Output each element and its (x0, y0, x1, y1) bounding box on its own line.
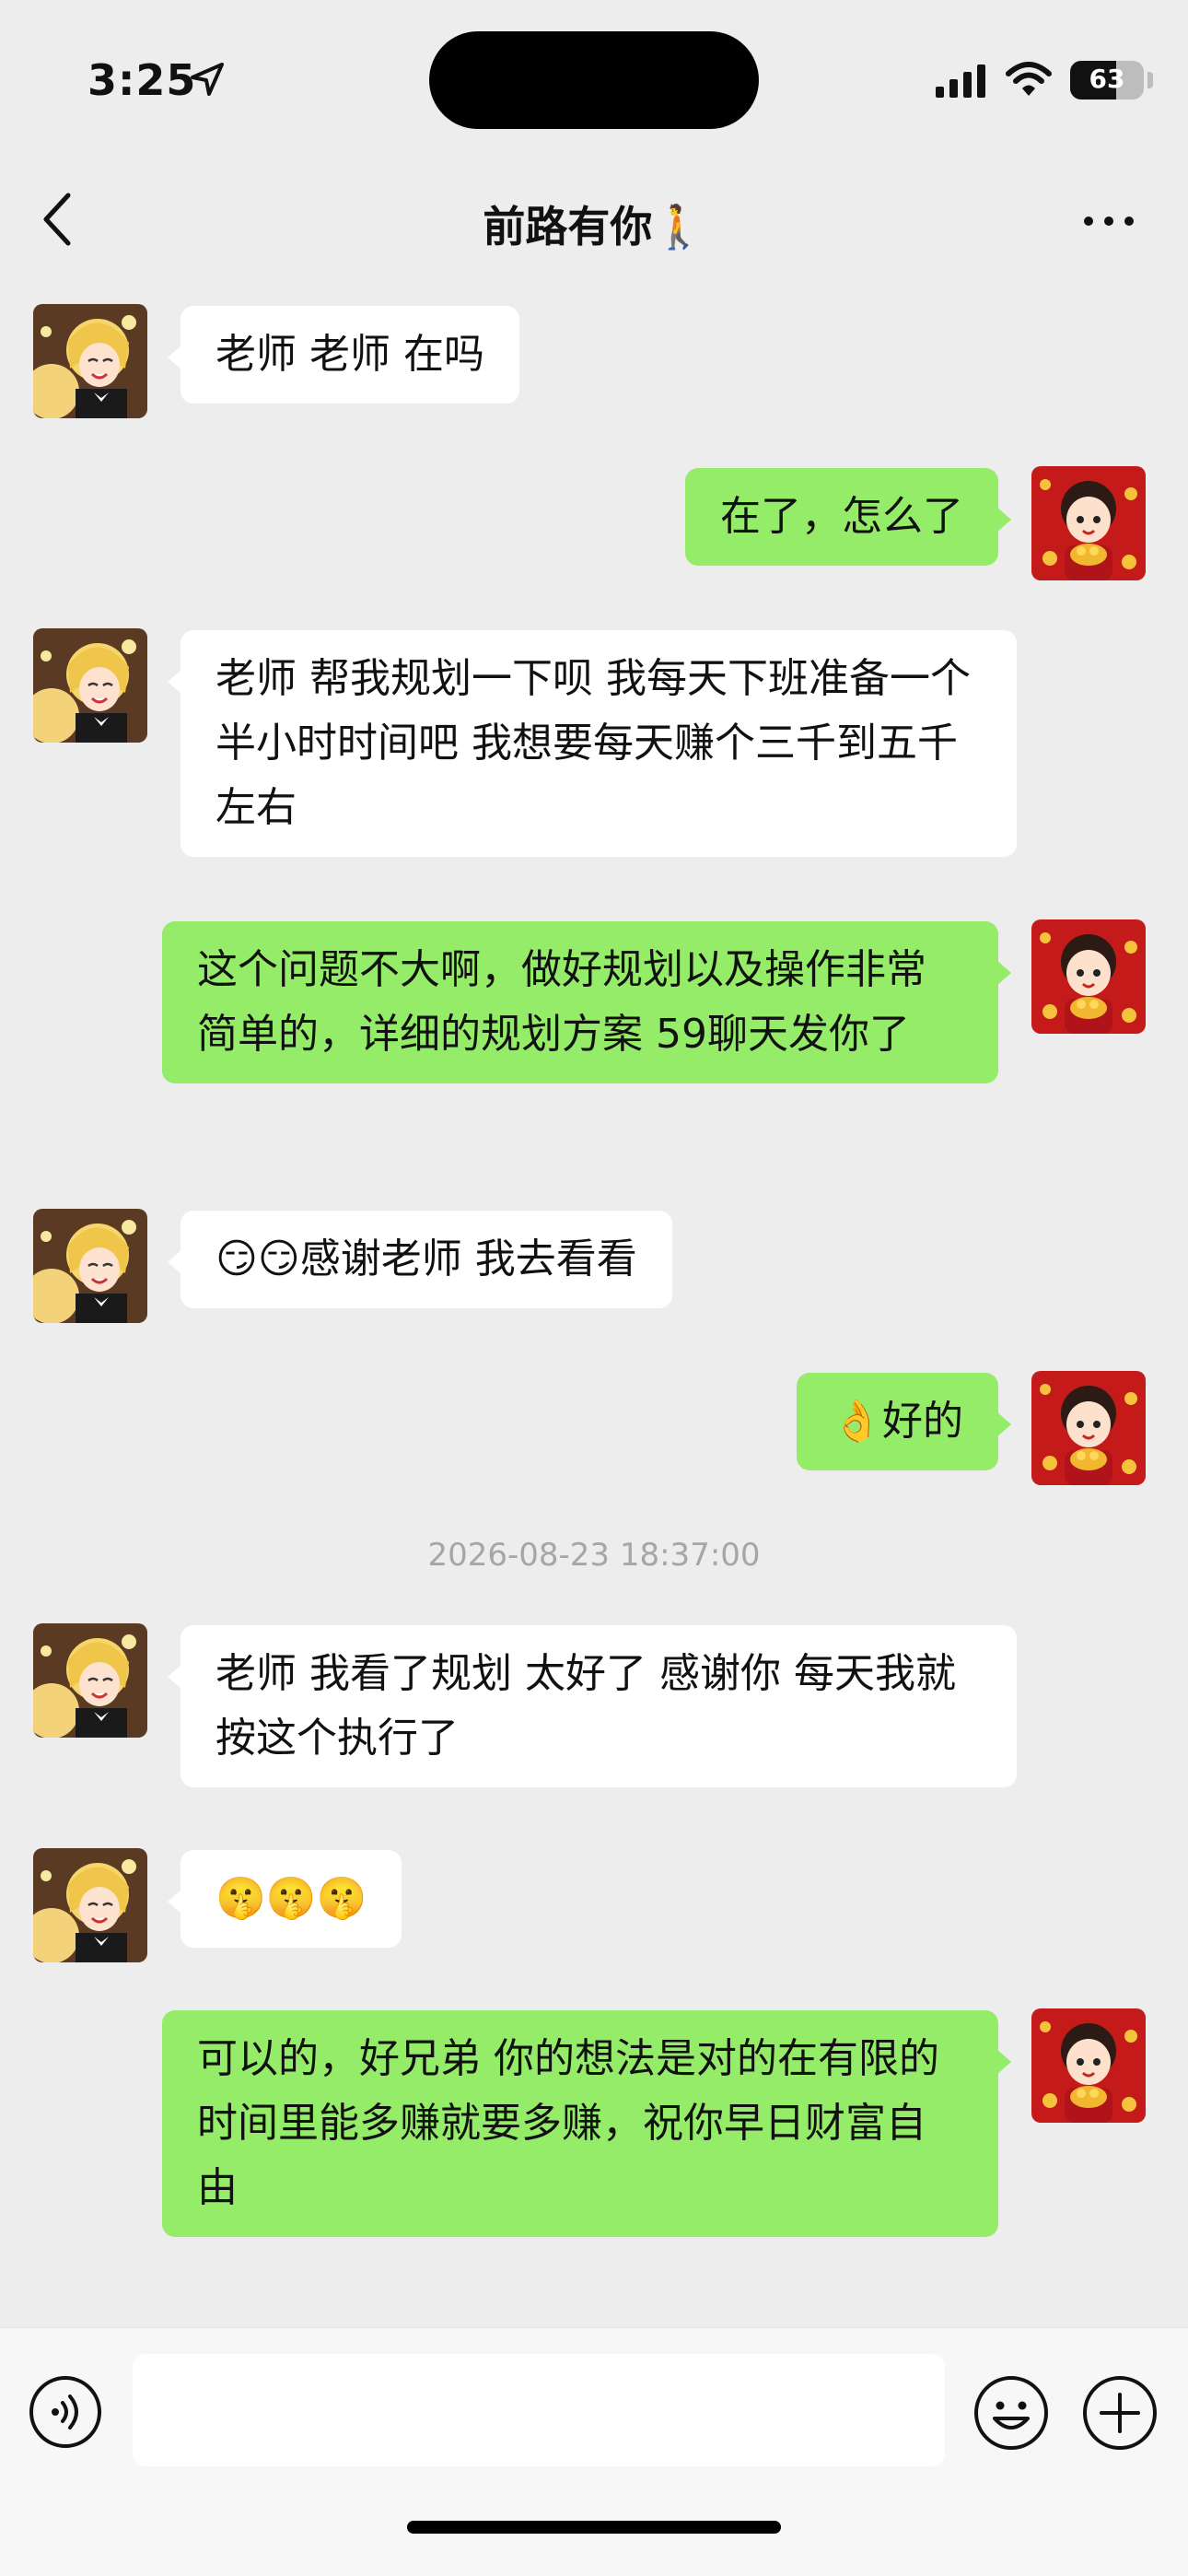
location-arrow-icon (191, 63, 224, 96)
message-bubble-incoming[interactable]: 老师 帮我规划一下呗 我每天下班准备一个半小时时间吧 我想要每天赚个三千到五千左… (168, 630, 1017, 857)
message-input[interactable] (133, 2354, 945, 2466)
my-avatar[interactable] (1031, 466, 1146, 580)
battery-percent: 63 (1089, 64, 1125, 94)
my-avatar[interactable] (1031, 1371, 1146, 1485)
contact-avatar[interactable] (33, 1848, 147, 1962)
wifi-icon (1006, 62, 1052, 96)
message-timestamp: 2026-08-23 18:37:00 (427, 1537, 761, 1574)
message-bubble-incoming[interactable]: 😏😏感谢老师 我去看看 (168, 1211, 672, 1308)
home-indicator[interactable] (407, 2521, 781, 2534)
chat-title: 前路有你🚶 (483, 202, 705, 252)
message-bubble-outgoing[interactable]: 👌好的 (797, 1373, 1011, 1470)
more-dots-icon[interactable] (1081, 203, 1136, 240)
my-avatar[interactable] (1031, 2008, 1146, 2123)
message-bubble-incoming[interactable]: 老师 我看了规划 太好了 感谢你 每天我就按这个执行了 (168, 1625, 1017, 1787)
contact-avatar[interactable] (33, 304, 147, 418)
status-time: 3:25 (87, 55, 197, 105)
battery-indicator: 63 (1070, 61, 1144, 100)
chat-screen: 3:25 63 前路有你🚶 老师 老师 在吗 在了，怎么了 老师 帮我规划一下呗… (0, 0, 1188, 2576)
message-bubble-incoming[interactable]: 🤫🤫🤫 (167, 1850, 402, 1948)
battery-cap (1147, 72, 1153, 88)
contact-avatar[interactable] (33, 1623, 147, 1738)
message-bubble-outgoing[interactable]: 可以的，好兄弟 你的想法是对的在有限的时间里能多赚就要多赚，祝你早日财富自由 (162, 2010, 1011, 2237)
voice-icon[interactable] (28, 2374, 103, 2450)
plus-icon[interactable] (1081, 2374, 1159, 2452)
message-bubble-incoming[interactable]: 老师 老师 在吗 (168, 306, 519, 404)
contact-avatar[interactable] (33, 1209, 147, 1323)
my-avatar[interactable] (1031, 919, 1146, 1034)
message-bubble-outgoing[interactable]: 在了，怎么了 (685, 468, 1011, 566)
input-bar (0, 2327, 1188, 2576)
dynamic-island (429, 31, 759, 129)
cellular-signal-icon (936, 64, 985, 98)
emoji-icon[interactable] (973, 2374, 1050, 2452)
status-bar: 3:25 63 (0, 0, 1188, 157)
contact-avatar[interactable] (33, 628, 147, 743)
nav-bar: 前路有你🚶 (0, 157, 1188, 286)
message-bubble-outgoing[interactable]: 这个问题不大啊，做好规划以及操作非常简单的，详细的规划方案 59聊天发你了 (162, 921, 1011, 1083)
